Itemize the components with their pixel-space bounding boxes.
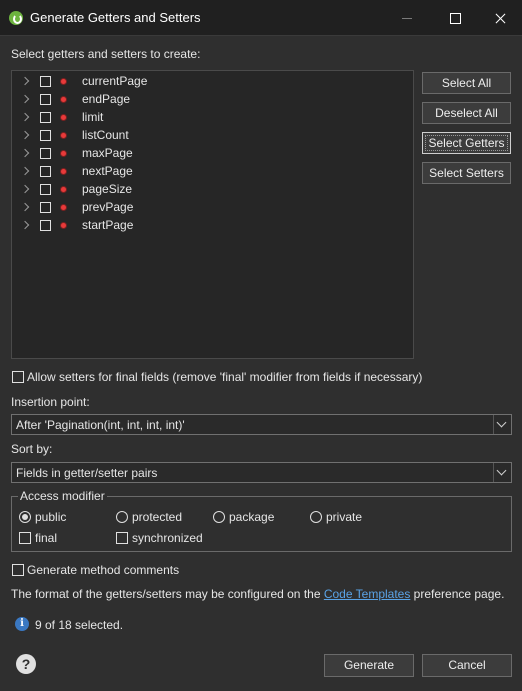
insertion-point-value: After 'Pagination(int, int, int, int)' [16, 418, 185, 432]
tree-item-endpage[interactable]: endPage [12, 91, 412, 109]
access-modifier-legend: Access modifier [18, 489, 107, 503]
select-getters-button[interactable]: Select Getters [422, 132, 511, 154]
field-checkbox[interactable] [40, 148, 51, 159]
field-name: nextPage [82, 164, 133, 178]
radio-public-label: public [35, 510, 67, 524]
tree-item-prevpage[interactable]: prevPage [12, 199, 412, 217]
field-name: currentPage [82, 74, 148, 88]
private-field-icon [61, 187, 66, 192]
field-name: listCount [82, 128, 129, 142]
chevron-right-icon[interactable] [20, 166, 30, 176]
field-checkbox[interactable] [40, 202, 51, 213]
title-bar: Generate Getters and Setters [0, 0, 522, 36]
radio-protected[interactable] [116, 511, 128, 523]
private-field-icon [61, 223, 66, 228]
tree-item-startpage[interactable]: startPage [12, 217, 412, 235]
tree-item-nextpage[interactable]: nextPage [12, 163, 412, 181]
selection-status: 9 of 18 selected. [35, 618, 124, 632]
chevron-right-icon[interactable] [20, 76, 30, 86]
synchronized-checkbox[interactable] [116, 532, 128, 544]
tree-item-pagesize[interactable]: pageSize [12, 181, 412, 199]
chevron-right-icon[interactable] [20, 94, 30, 104]
help-icon[interactable]: ? [16, 654, 36, 674]
field-checkbox[interactable] [40, 112, 51, 123]
field-checkbox[interactable] [40, 184, 51, 195]
field-name: prevPage [82, 200, 134, 214]
field-name: endPage [82, 92, 131, 106]
access-modifier-group [11, 496, 512, 552]
insertion-point-label: Insertion point: [11, 395, 90, 409]
maximize-icon[interactable] [432, 0, 478, 36]
private-field-icon [61, 205, 66, 210]
private-field-icon [61, 115, 66, 120]
radio-private-label: private [326, 510, 363, 524]
field-name: maxPage [82, 146, 133, 160]
final-checkbox[interactable] [19, 532, 31, 544]
field-tree[interactable]: currentPage endPage limit listCount maxP… [11, 70, 414, 359]
chevron-right-icon[interactable] [20, 184, 30, 194]
private-field-icon [61, 133, 66, 138]
spring-icon [9, 11, 23, 25]
tree-item-listcount[interactable]: listCount [12, 127, 412, 145]
radio-public[interactable] [19, 511, 31, 523]
template-note-before: The format of the getters/setters may be… [11, 587, 324, 601]
chevron-right-icon[interactable] [20, 202, 30, 212]
chevron-right-icon[interactable] [20, 112, 30, 122]
chevron-down-icon[interactable] [493, 415, 511, 434]
private-field-icon [61, 169, 66, 174]
field-name: startPage [82, 218, 134, 232]
chevron-right-icon[interactable] [20, 220, 30, 230]
chevron-right-icon[interactable] [20, 148, 30, 158]
field-checkbox[interactable] [40, 220, 51, 231]
cancel-button[interactable]: Cancel [422, 654, 512, 677]
radio-package-label: package [229, 510, 275, 524]
selection-prompt: Select getters and setters to create: [11, 47, 201, 61]
code-templates-link[interactable]: Code Templates [324, 587, 411, 601]
select-setters-button[interactable]: Select Setters [422, 162, 511, 184]
field-name: pageSize [82, 182, 133, 196]
close-icon[interactable] [477, 0, 522, 36]
deselect-all-button[interactable]: Deselect All [422, 102, 511, 124]
sort-by-label: Sort by: [11, 442, 53, 456]
tree-item-limit[interactable]: limit [12, 109, 412, 127]
info-icon: i [15, 617, 29, 631]
tree-item-currentpage[interactable]: currentPage [12, 73, 412, 91]
tree-item-maxpage[interactable]: maxPage [12, 145, 412, 163]
private-field-icon [61, 79, 66, 84]
allow-setters-final-checkbox[interactable] [12, 371, 24, 383]
allow-setters-final-label: Allow setters for final fields (remove '… [27, 370, 423, 384]
synchronized-label: synchronized [132, 531, 203, 545]
private-field-icon [61, 151, 66, 156]
insertion-point-select[interactable]: After 'Pagination(int, int, int, int)' [11, 414, 512, 435]
minimize-icon[interactable] [384, 0, 430, 36]
chevron-down-icon[interactable] [493, 463, 511, 482]
radio-package[interactable] [213, 511, 225, 523]
template-note-after: preference page. [410, 587, 505, 601]
private-field-icon [61, 97, 66, 102]
window-title: Generate Getters and Setters [30, 10, 201, 25]
field-checkbox[interactable] [40, 76, 51, 87]
field-checkbox[interactable] [40, 130, 51, 141]
radio-protected-label: protected [132, 510, 183, 524]
field-name: limit [82, 110, 104, 124]
final-label: final [35, 531, 58, 545]
sort-by-select[interactable]: Fields in getter/setter pairs [11, 462, 512, 483]
generate-button[interactable]: Generate [324, 654, 414, 677]
generate-comments-label: Generate method comments [27, 563, 180, 577]
sort-by-value: Fields in getter/setter pairs [16, 466, 158, 480]
generate-comments-checkbox[interactable] [12, 564, 24, 576]
select-all-button[interactable]: Select All [422, 72, 511, 94]
chevron-right-icon[interactable] [20, 130, 30, 140]
field-checkbox[interactable] [40, 94, 51, 105]
template-note: The format of the getters/setters may be… [11, 587, 504, 601]
radio-private[interactable] [310, 511, 322, 523]
field-checkbox[interactable] [40, 166, 51, 177]
